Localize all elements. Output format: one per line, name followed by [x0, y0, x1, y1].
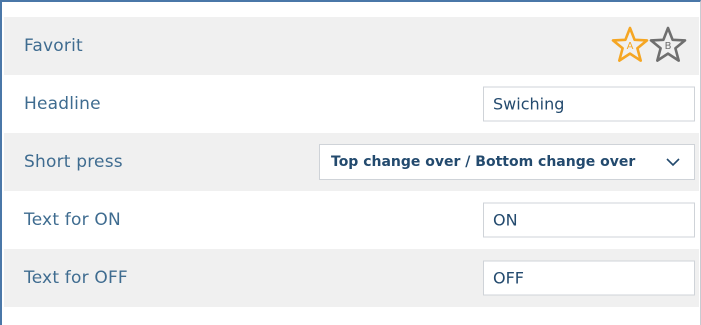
favorite-a-letter: A — [626, 41, 634, 52]
text-on-label: Text for ON — [24, 210, 121, 230]
row-text-off: Text for OFF — [4, 249, 699, 307]
row-headline: Headline — [4, 75, 699, 133]
short-press-selected-value: Top change over / Bottom change over — [331, 154, 636, 170]
favorite-stars: A B — [611, 26, 689, 66]
headline-input[interactable] — [483, 86, 695, 122]
short-press-select[interactable]: Top change over / Bottom change over — [319, 144, 695, 180]
favorite-b-letter: B — [664, 41, 672, 52]
favorite-a-star-icon[interactable]: A — [611, 26, 649, 64]
text-off-input[interactable] — [483, 260, 695, 296]
text-off-label: Text for OFF — [24, 268, 128, 288]
row-short-press: Short press Top change over / Bottom cha… — [4, 133, 699, 191]
favorit-label: Favorit — [24, 36, 83, 56]
row-favorit: Favorit A B — [4, 17, 699, 75]
text-on-input[interactable] — [483, 202, 695, 238]
headline-label: Headline — [24, 94, 101, 114]
chevron-down-icon — [666, 158, 680, 167]
row-text-on: Text for ON — [4, 191, 699, 249]
settings-panel: Favorit A B Headline Short press Top cha… — [0, 0, 701, 325]
short-press-label: Short press — [24, 152, 123, 172]
favorite-b-star-icon[interactable]: B — [649, 26, 687, 64]
